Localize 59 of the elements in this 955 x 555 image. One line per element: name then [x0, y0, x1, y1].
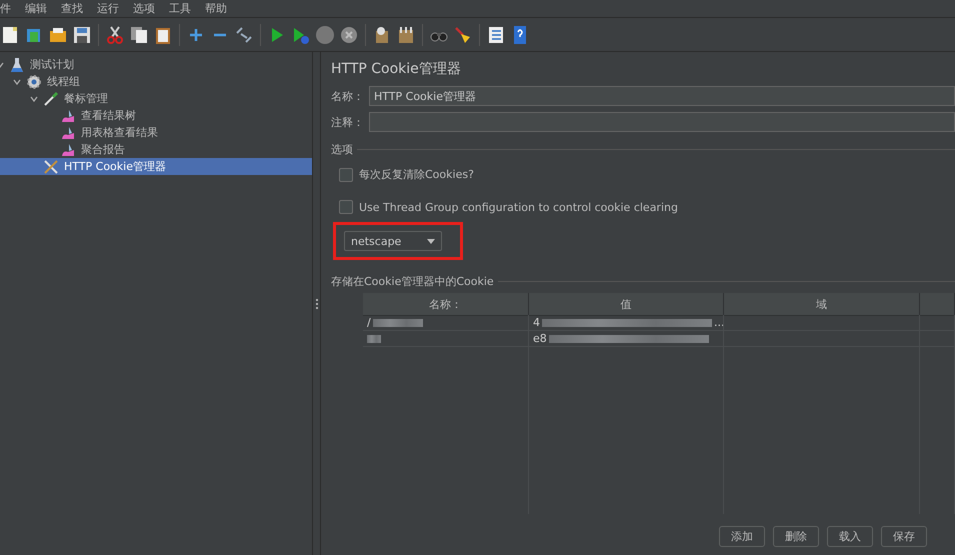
- pipette-icon: [43, 90, 59, 106]
- table-cell: [920, 315, 955, 331]
- action-button[interactable]: 保存: [881, 526, 927, 547]
- menu-item[interactable]: 运行: [97, 1, 119, 16]
- chart-icon: [60, 124, 76, 140]
- blurred-text: [367, 334, 381, 342]
- checkbox[interactable]: [339, 200, 353, 214]
- caret-icon: [427, 238, 435, 244]
- comment-field[interactable]: [369, 112, 955, 132]
- cell-text: e8: [533, 332, 547, 345]
- save-icon[interactable]: [72, 24, 92, 44]
- tree-item[interactable]: 餐标管理: [0, 90, 312, 107]
- comment-label: 注释：: [331, 114, 365, 130]
- copy-icon[interactable]: [129, 24, 149, 44]
- stop-icon[interactable]: [315, 24, 335, 44]
- section-title: 选项: [331, 142, 353, 157]
- tools-icon: [43, 158, 59, 174]
- column-header[interactable]: 名称：: [363, 293, 529, 316]
- tree-item[interactable]: 测试计划: [0, 56, 312, 73]
- section-title: 存储在Cookie管理器中的Cookie: [331, 274, 494, 289]
- cut-icon[interactable]: [105, 24, 125, 44]
- panel-title: HTTP Cookie管理器: [331, 60, 462, 78]
- tree-item[interactable]: 聚合报告: [0, 141, 312, 158]
- checkbox-label: Use Thread Group configuration to control cookie clearing: [359, 200, 678, 214]
- name-label: 名称：: [331, 88, 365, 104]
- tree-item[interactable]: 查看结果树: [0, 107, 312, 124]
- action-button[interactable]: 添加: [719, 526, 765, 547]
- menu-item[interactable]: 查找: [61, 1, 83, 16]
- cell-text: /: [367, 316, 371, 329]
- tree-item[interactable]: HTTP Cookie管理器: [0, 158, 312, 175]
- name-field[interactable]: HTTP Cookie管理器: [369, 86, 955, 106]
- menu-item[interactable]: 选项: [133, 1, 155, 16]
- shutdown-icon[interactable]: [339, 24, 359, 44]
- action-button[interactable]: 载入: [827, 526, 873, 547]
- checkbox-label: 每次反复清除Cookies?: [359, 167, 474, 182]
- action-button[interactable]: 删除: [773, 526, 819, 547]
- gear-icon: [26, 74, 42, 90]
- column-header[interactable]: 域: [724, 293, 920, 316]
- column-header[interactable]: 值: [529, 293, 724, 316]
- menu-item[interactable]: 件: [0, 1, 11, 16]
- chart-icon: [60, 142, 76, 158]
- tree-item[interactable]: 用表格查看结果: [0, 124, 312, 141]
- cell-text: ...: [714, 316, 723, 329]
- toggle-icon[interactable]: [234, 24, 254, 44]
- chart-icon: [60, 108, 76, 124]
- blurred-text: [372, 318, 423, 326]
- clear-all-icon[interactable]: [396, 24, 416, 44]
- checkbox[interactable]: [339, 168, 353, 182]
- list-icon[interactable]: [486, 24, 506, 44]
- menu-item[interactable]: 帮助: [205, 1, 227, 16]
- broom-icon[interactable]: [453, 24, 473, 44]
- flask-icon: [9, 56, 25, 72]
- tree-item[interactable]: 线程组: [0, 73, 312, 90]
- new-file-icon[interactable]: [0, 24, 20, 44]
- policy-dropdown[interactable]: netscape: [344, 231, 442, 251]
- menu-item[interactable]: 编辑: [25, 1, 47, 16]
- cell-text: 4: [533, 316, 540, 329]
- menu-item[interactable]: 工具: [169, 1, 191, 16]
- splitter-handle[interactable]: [312, 52, 321, 555]
